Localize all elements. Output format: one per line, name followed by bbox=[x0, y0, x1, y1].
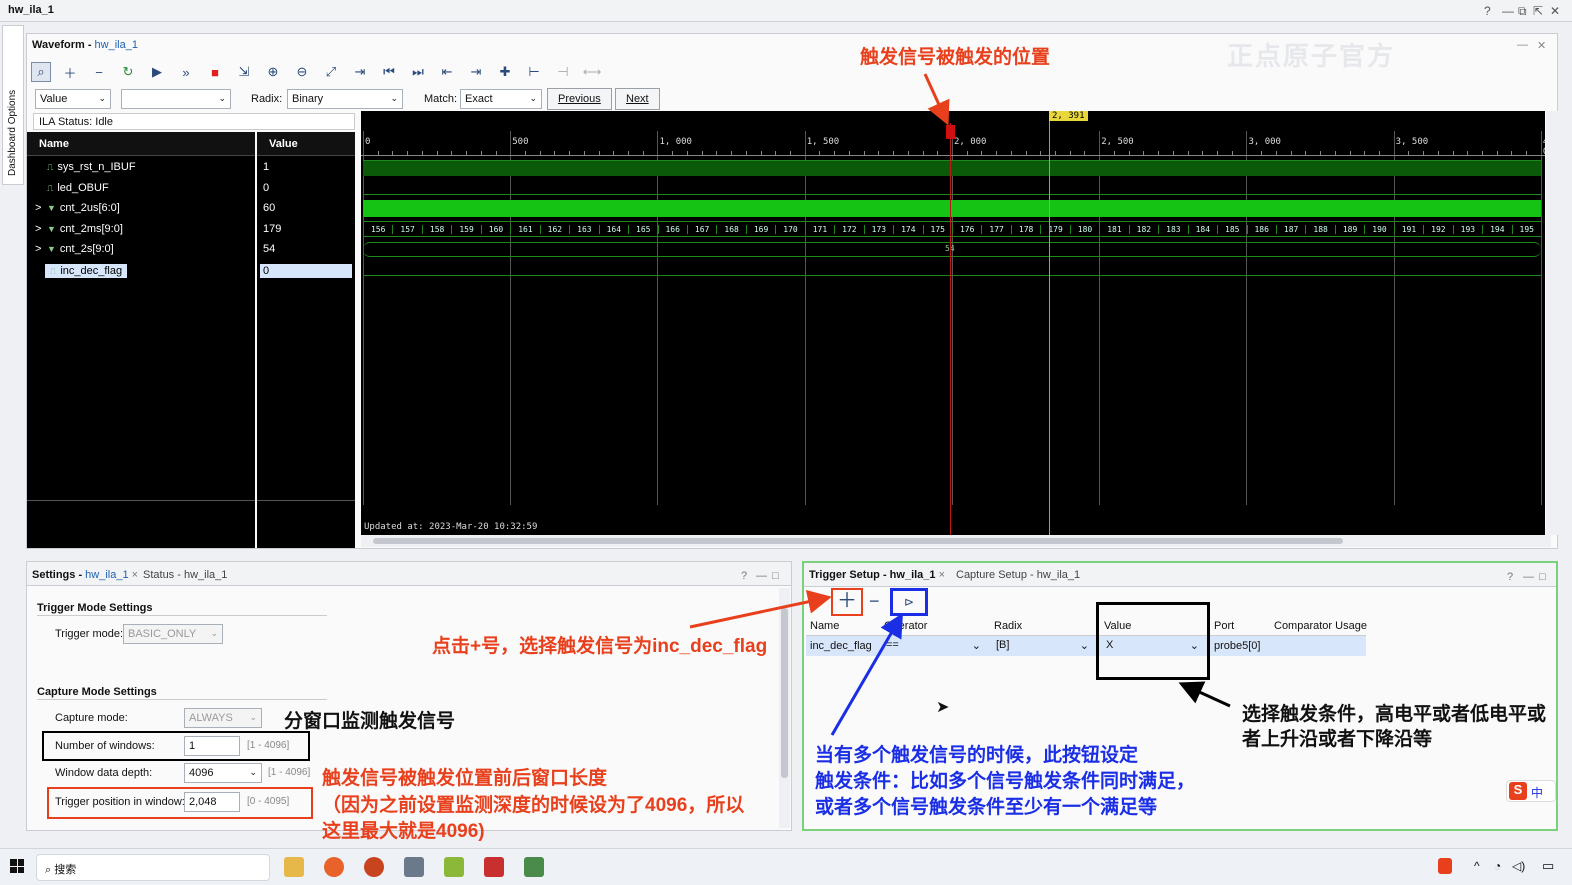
vivado-icon[interactable] bbox=[444, 857, 464, 877]
taskbar: ⌕ 搜索 ^ ◔ ◁) ▭ bbox=[0, 848, 1572, 885]
annotation-multi-2: 触发条件：比如多个信号触发条件同时满足， bbox=[815, 771, 1196, 792]
arrow-to-plus bbox=[689, 590, 832, 629]
tray-expand-icon[interactable]: ^ bbox=[1474, 859, 1480, 873]
annotation-multi-1: 当有多个触发信号的时候，此按钮设定 bbox=[815, 745, 1139, 766]
windows-start-icon[interactable] bbox=[10, 859, 24, 873]
notification-icon[interactable]: ▭ bbox=[1542, 858, 1554, 874]
search-icon: ⌕ bbox=[45, 864, 52, 876]
firefox-icon[interactable] bbox=[324, 857, 344, 877]
arrow-to-value bbox=[1178, 681, 1231, 708]
ime-mode: 中 bbox=[1531, 786, 1544, 800]
annotation-arrows bbox=[689, 73, 1231, 736]
annotation-plus-hint: 点击+号，选择触发信号为inc_dec_flag bbox=[432, 636, 768, 657]
sogou-tray-icon[interactable] bbox=[1438, 858, 1452, 874]
editor-icon[interactable] bbox=[484, 857, 504, 877]
annotation-trig-length-1: 触发信号被触发位置前后窗口长度 bbox=[322, 768, 608, 789]
annotation-trigger-position: 触发信号被触发的位置 bbox=[860, 47, 1051, 68]
annotation-condition-1: 选择触发条件，高电平或者低电平或 bbox=[1242, 704, 1547, 725]
annotation-condition-2: 者上升沿或者下降沿等 bbox=[1242, 729, 1433, 750]
notes-icon[interactable] bbox=[524, 857, 544, 877]
annotation-multi-3: 或者多个信号触发条件至少有一个满足等 bbox=[815, 797, 1158, 818]
ime-floating-bar[interactable]: S 中 bbox=[1506, 780, 1556, 802]
arrow-to-trigger bbox=[923, 73, 950, 126]
sogou-icon: S bbox=[1509, 782, 1527, 800]
file-explorer-icon[interactable] bbox=[284, 857, 304, 877]
taskbar-search[interactable]: ⌕ 搜索 bbox=[36, 854, 270, 881]
capture-app-icon[interactable] bbox=[404, 857, 424, 877]
annotation-trig-length-2: （因为之前设置监测深度的时候设为了4096，所以 bbox=[322, 795, 745, 816]
taskbar-search-label: 搜索 bbox=[54, 864, 77, 876]
powerpoint-icon[interactable] bbox=[364, 857, 384, 877]
annotation-windows-hint: 分窗口监测触发信号 bbox=[284, 711, 456, 732]
arrow-to-condition bbox=[830, 612, 904, 736]
annotation-trig-length-3: 这里最大就是4096) bbox=[322, 821, 485, 842]
network-icon[interactable]: ◔ bbox=[1494, 859, 1501, 873]
volume-icon[interactable]: ◁) bbox=[1512, 859, 1525, 873]
